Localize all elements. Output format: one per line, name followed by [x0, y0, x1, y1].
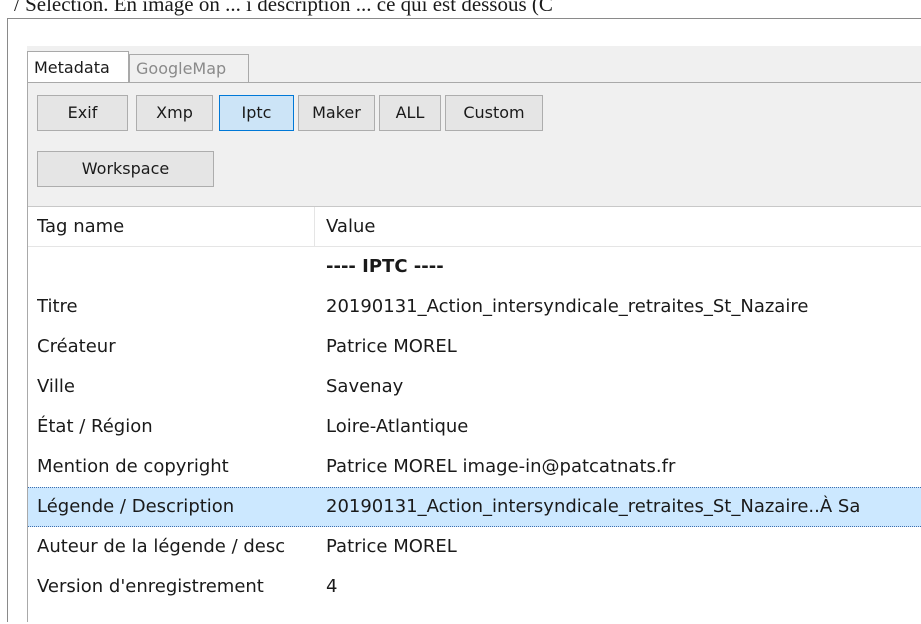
custom-button[interactable]: Custom: [445, 95, 543, 131]
header-value[interactable]: Value: [326, 207, 916, 247]
column-divider[interactable]: [314, 207, 315, 247]
tag-cell: Légende / Description: [37, 496, 235, 517]
header-tag-name[interactable]: Tag name: [37, 207, 307, 247]
table-row[interactable]: Ville Savenay: [28, 367, 921, 407]
value-cell: Patrice MOREL: [326, 536, 457, 557]
tab-metadata[interactable]: Metadata: [27, 51, 129, 82]
clipped-heading: / Sélection. En image on ... i descripti…: [14, 0, 553, 16]
maker-button[interactable]: Maker: [298, 95, 375, 131]
tag-cell: Mention de copyright: [37, 456, 229, 477]
table-row[interactable]: Mention de copyright Patrice MOREL image…: [28, 447, 921, 487]
value-cell: Patrice MOREL image-in@patcatnats.fr: [326, 456, 676, 477]
value-cell: Patrice MOREL: [326, 336, 457, 357]
exif-button[interactable]: Exif: [37, 95, 128, 131]
outer-frame-left: [7, 18, 8, 622]
tag-cell: Ville: [37, 376, 75, 397]
value-cell: Savenay: [326, 376, 404, 397]
value-cell: 4: [326, 576, 338, 597]
section-label: ---- IPTC ----: [326, 256, 444, 277]
xmp-button[interactable]: Xmp: [136, 95, 213, 131]
table-header-row: Tag name Value: [28, 207, 921, 247]
table-row[interactable]: Créateur Patrice MOREL: [28, 327, 921, 367]
metadata-panel: Metadata GoogleMap Exif Xmp Iptc Maker A…: [27, 46, 921, 624]
value-cell: Loire-Atlantique: [326, 416, 469, 437]
table-row-selected[interactable]: Légende / Description 20190131_Action_in…: [28, 487, 921, 527]
table-row[interactable]: État / Région Loire-Atlantique: [28, 407, 921, 447]
table-row[interactable]: Titre 20190131_Action_intersyndicale_ret…: [28, 287, 921, 327]
table-row[interactable]: Auteur de la légende / desc Patrice MORE…: [28, 527, 921, 567]
tab-content: Exif Xmp Iptc Maker ALL Custom Workspace…: [27, 82, 921, 624]
metadata-table: Tag name Value ---- IPTC ---- Titre 2019…: [28, 206, 921, 624]
value-cell: 20190131_Action_intersyndicale_retraites…: [326, 496, 861, 517]
all-button[interactable]: ALL: [379, 95, 441, 131]
tag-cell: Auteur de la légende / desc: [37, 536, 286, 557]
table-row-section[interactable]: ---- IPTC ----: [28, 247, 921, 287]
outer-frame-top: [7, 18, 921, 19]
iptc-button[interactable]: Iptc: [219, 95, 294, 131]
tab-googlemap[interactable]: GoogleMap: [129, 54, 249, 82]
tag-cell: Créateur: [37, 336, 116, 357]
workspace-button[interactable]: Workspace: [37, 151, 214, 187]
tag-cell: Version d'enregistrement: [37, 576, 264, 597]
tag-cell: État / Région: [37, 416, 153, 437]
tag-cell: Titre: [37, 296, 78, 317]
value-cell: 20190131_Action_intersyndicale_retraites…: [326, 296, 809, 317]
table-row[interactable]: Version d'enregistrement 4: [28, 567, 921, 607]
